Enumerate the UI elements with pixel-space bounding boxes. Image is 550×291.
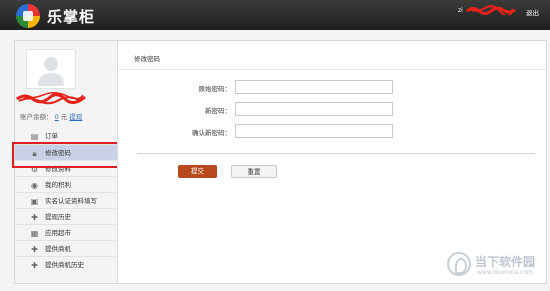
sidebar-item-label: 应用超市 [45,229,71,237]
confirm-password-label: 确认新密码： [192,129,231,137]
confirm-password-field[interactable] [235,124,393,138]
opportunity-history-icon: ✚ [31,261,38,270]
logout-link[interactable]: 退出 [526,7,539,17]
sidebar-item-edit-profile[interactable]: ⚙ 修改资料 [15,160,118,176]
sidebar-item-app-market[interactable]: ▦ 应用超市 [15,224,118,240]
watermark-logo-icon [447,252,471,276]
history-icon: ✚ [31,213,38,222]
user-silhouette-icon [38,57,64,86]
sidebar-item-label: 实名认证资料填写 [45,197,97,205]
change-password-panel: 修改密码 原始密码： 新密码： 确认新密码： 提交 重置 [117,40,547,284]
old-password-field[interactable] [235,80,393,94]
sidebar-item-my-earnings[interactable]: ◉ 我的积利 [15,176,118,192]
brand-title: 乐掌柜 [47,8,96,26]
sidebar-item-label: 提供商机历史 [45,261,84,269]
sidebar-item-opportunity-history[interactable]: ✚ 提供商机历史 [15,256,118,272]
lock-icon: 🔒︎ [32,149,37,158]
account-balance: 账户余额： 0 元 提现 [20,111,82,121]
avatar [26,49,76,89]
submit-button[interactable]: 提交 [178,165,217,178]
watermark: 当下软件园 www.downxia.com [447,250,547,288]
sidebar-item-label: 我的积利 [45,181,71,189]
redacted-account-name [16,92,86,105]
title-divider [118,69,546,70]
balance-amount: 0 [54,113,59,121]
sidebar-item-business-opportunities[interactable]: ✚ 提供商机 [15,240,118,256]
sidebar-item-label: 提供商机 [45,245,71,253]
coins-icon: ◉ [31,181,38,190]
username-prefix: zi [458,7,463,14]
sidebar-menu: ▤ 订单 🔒︎ 修改密码 ⚙ 修改资料 ◉ 我的积利 ▣ 实名认证资料填写 ✚ … [15,128,118,272]
sidebar-item-change-password[interactable]: 🔒︎ 修改密码 [15,144,118,160]
sidebar-item-label: 修改密码 [45,149,71,157]
market-icon: ▦ [30,229,39,238]
form-divider [137,153,535,154]
sidebar-item-withdraw-history[interactable]: ✚ 提现历史 [15,208,118,224]
logo-icon [16,4,40,28]
id-card-icon: ▣ [30,197,39,206]
sidebar-item-label: 订单 [45,132,58,140]
sidebar-item-real-name-verification[interactable]: ▣ 实名认证资料填写 [15,192,118,208]
new-password-row: 新密码： [118,102,548,116]
withdraw-link[interactable]: 提现 [69,113,82,121]
page-title: 修改密码 [134,55,160,63]
new-password-label: 新密码： [205,107,231,115]
sidebar-item-orders[interactable]: ▤ 订单 [15,128,118,144]
sidebar-item-label: 修改资料 [45,165,71,173]
old-password-row: 原始密码： [118,80,548,94]
confirm-password-row: 确认新密码： [118,124,548,138]
reset-button[interactable]: 重置 [231,165,277,178]
redacted-username [466,5,516,15]
clipboard-icon: ▤ [30,132,39,141]
watermark-url: www.downxia.com [477,269,533,276]
top-header: 乐掌柜 zi 退出 [0,0,550,30]
balance-unit: 元 [60,113,68,121]
gear-icon: ⚙ [30,165,39,174]
balance-label: 账户余额： [20,113,53,121]
account-sidebar: 账户余额： 0 元 提现 ▤ 订单 🔒︎ 修改密码 ⚙ 修改资料 ◉ 我的积利 … [14,40,118,284]
old-password-label: 原始密码： [198,85,232,93]
opportunity-icon: ✚ [31,245,38,254]
new-password-field[interactable] [235,102,393,116]
sidebar-item-label: 提现历史 [45,213,71,221]
watermark-text: 当下软件园 [475,255,536,269]
